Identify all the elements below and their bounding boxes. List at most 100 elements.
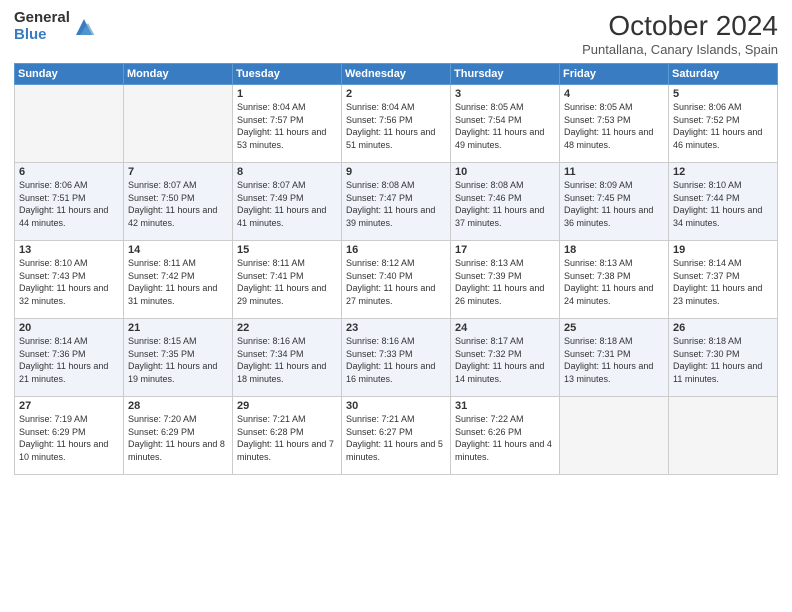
day-number: 12: [673, 166, 773, 178]
calendar-cell: 24Sunrise: 8:17 AM Sunset: 7:32 PM Dayli…: [451, 319, 560, 397]
day-info: Sunrise: 8:06 AM Sunset: 7:52 PM Dayligh…: [673, 101, 773, 151]
col-monday: Monday: [124, 64, 233, 85]
calendar-week-5: 27Sunrise: 7:19 AM Sunset: 6:29 PM Dayli…: [15, 397, 778, 475]
calendar-cell: 8Sunrise: 8:07 AM Sunset: 7:49 PM Daylig…: [233, 163, 342, 241]
day-number: 20: [19, 322, 119, 334]
calendar-cell: 1Sunrise: 8:04 AM Sunset: 7:57 PM Daylig…: [233, 85, 342, 163]
day-info: Sunrise: 7:22 AM Sunset: 6:26 PM Dayligh…: [455, 413, 555, 463]
day-info: Sunrise: 8:16 AM Sunset: 7:34 PM Dayligh…: [237, 335, 337, 385]
calendar-week-2: 6Sunrise: 8:06 AM Sunset: 7:51 PM Daylig…: [15, 163, 778, 241]
day-info: Sunrise: 8:07 AM Sunset: 7:49 PM Dayligh…: [237, 179, 337, 229]
day-number: 24: [455, 322, 555, 334]
day-info: Sunrise: 8:11 AM Sunset: 7:42 PM Dayligh…: [128, 257, 228, 307]
day-number: 9: [346, 166, 446, 178]
day-number: 14: [128, 244, 228, 256]
calendar-cell: 3Sunrise: 8:05 AM Sunset: 7:54 PM Daylig…: [451, 85, 560, 163]
calendar-cell: 4Sunrise: 8:05 AM Sunset: 7:53 PM Daylig…: [560, 85, 669, 163]
day-number: 13: [19, 244, 119, 256]
calendar-cell: 6Sunrise: 8:06 AM Sunset: 7:51 PM Daylig…: [15, 163, 124, 241]
day-info: Sunrise: 8:16 AM Sunset: 7:33 PM Dayligh…: [346, 335, 446, 385]
day-info: Sunrise: 8:09 AM Sunset: 7:45 PM Dayligh…: [564, 179, 664, 229]
calendar-cell: [560, 397, 669, 475]
day-number: 19: [673, 244, 773, 256]
day-info: Sunrise: 8:14 AM Sunset: 7:36 PM Dayligh…: [19, 335, 119, 385]
header-row: Sunday Monday Tuesday Wednesday Thursday…: [15, 64, 778, 85]
day-number: 18: [564, 244, 664, 256]
day-number: 6: [19, 166, 119, 178]
calendar-cell: 5Sunrise: 8:06 AM Sunset: 7:52 PM Daylig…: [669, 85, 778, 163]
calendar-cell: 26Sunrise: 8:18 AM Sunset: 7:30 PM Dayli…: [669, 319, 778, 397]
day-number: 23: [346, 322, 446, 334]
calendar-cell: 15Sunrise: 8:11 AM Sunset: 7:41 PM Dayli…: [233, 241, 342, 319]
day-number: 25: [564, 322, 664, 334]
calendar-header: Sunday Monday Tuesday Wednesday Thursday…: [15, 64, 778, 85]
day-info: Sunrise: 7:20 AM Sunset: 6:29 PM Dayligh…: [128, 413, 228, 463]
day-number: 4: [564, 88, 664, 100]
calendar-cell: 11Sunrise: 8:09 AM Sunset: 7:45 PM Dayli…: [560, 163, 669, 241]
calendar-cell: 27Sunrise: 7:19 AM Sunset: 6:29 PM Dayli…: [15, 397, 124, 475]
logo-area: General Blue: [14, 10, 96, 43]
calendar-cell: 13Sunrise: 8:10 AM Sunset: 7:43 PM Dayli…: [15, 241, 124, 319]
day-number: 30: [346, 400, 446, 412]
calendar-cell: 2Sunrise: 8:04 AM Sunset: 7:56 PM Daylig…: [342, 85, 451, 163]
calendar-week-4: 20Sunrise: 8:14 AM Sunset: 7:36 PM Dayli…: [15, 319, 778, 397]
day-info: Sunrise: 8:10 AM Sunset: 7:44 PM Dayligh…: [673, 179, 773, 229]
calendar-week-3: 13Sunrise: 8:10 AM Sunset: 7:43 PM Dayli…: [15, 241, 778, 319]
calendar-cell: [124, 85, 233, 163]
calendar-cell: 12Sunrise: 8:10 AM Sunset: 7:44 PM Dayli…: [669, 163, 778, 241]
col-friday: Friday: [560, 64, 669, 85]
calendar-cell: 23Sunrise: 8:16 AM Sunset: 7:33 PM Dayli…: [342, 319, 451, 397]
day-info: Sunrise: 8:06 AM Sunset: 7:51 PM Dayligh…: [19, 179, 119, 229]
header: General Blue October 2024 Puntallana, Ca…: [14, 10, 778, 57]
day-number: 2: [346, 88, 446, 100]
day-info: Sunrise: 8:05 AM Sunset: 7:54 PM Dayligh…: [455, 101, 555, 151]
day-number: 21: [128, 322, 228, 334]
day-number: 26: [673, 322, 773, 334]
day-info: Sunrise: 8:04 AM Sunset: 7:57 PM Dayligh…: [237, 101, 337, 151]
calendar-cell: 7Sunrise: 8:07 AM Sunset: 7:50 PM Daylig…: [124, 163, 233, 241]
day-info: Sunrise: 8:05 AM Sunset: 7:53 PM Dayligh…: [564, 101, 664, 151]
calendar-body: 1Sunrise: 8:04 AM Sunset: 7:57 PM Daylig…: [15, 85, 778, 475]
calendar-table: Sunday Monday Tuesday Wednesday Thursday…: [14, 63, 778, 475]
day-number: 5: [673, 88, 773, 100]
day-number: 17: [455, 244, 555, 256]
location-title: Puntallana, Canary Islands, Spain: [582, 42, 778, 57]
calendar-cell: 22Sunrise: 8:16 AM Sunset: 7:34 PM Dayli…: [233, 319, 342, 397]
calendar-cell: 29Sunrise: 7:21 AM Sunset: 6:28 PM Dayli…: [233, 397, 342, 475]
day-number: 28: [128, 400, 228, 412]
day-info: Sunrise: 7:21 AM Sunset: 6:28 PM Dayligh…: [237, 413, 337, 463]
day-info: Sunrise: 8:04 AM Sunset: 7:56 PM Dayligh…: [346, 101, 446, 151]
day-info: Sunrise: 8:17 AM Sunset: 7:32 PM Dayligh…: [455, 335, 555, 385]
day-info: Sunrise: 8:13 AM Sunset: 7:38 PM Dayligh…: [564, 257, 664, 307]
day-info: Sunrise: 8:11 AM Sunset: 7:41 PM Dayligh…: [237, 257, 337, 307]
calendar-cell: 18Sunrise: 8:13 AM Sunset: 7:38 PM Dayli…: [560, 241, 669, 319]
day-number: 22: [237, 322, 337, 334]
day-info: Sunrise: 8:07 AM Sunset: 7:50 PM Dayligh…: [128, 179, 228, 229]
calendar-cell: 14Sunrise: 8:11 AM Sunset: 7:42 PM Dayli…: [124, 241, 233, 319]
day-info: Sunrise: 8:08 AM Sunset: 7:46 PM Dayligh…: [455, 179, 555, 229]
col-saturday: Saturday: [669, 64, 778, 85]
month-title: October 2024: [582, 10, 778, 42]
day-info: Sunrise: 8:14 AM Sunset: 7:37 PM Dayligh…: [673, 257, 773, 307]
calendar-cell: 30Sunrise: 7:21 AM Sunset: 6:27 PM Dayli…: [342, 397, 451, 475]
calendar-cell: 16Sunrise: 8:12 AM Sunset: 7:40 PM Dayli…: [342, 241, 451, 319]
logo-blue: Blue: [14, 27, 70, 44]
calendar-cell: 21Sunrise: 8:15 AM Sunset: 7:35 PM Dayli…: [124, 319, 233, 397]
day-info: Sunrise: 8:18 AM Sunset: 7:31 PM Dayligh…: [564, 335, 664, 385]
calendar-cell: 25Sunrise: 8:18 AM Sunset: 7:31 PM Dayli…: [560, 319, 669, 397]
day-number: 31: [455, 400, 555, 412]
day-number: 15: [237, 244, 337, 256]
calendar-week-1: 1Sunrise: 8:04 AM Sunset: 7:57 PM Daylig…: [15, 85, 778, 163]
calendar-page: General Blue October 2024 Puntallana, Ca…: [0, 0, 792, 612]
day-number: 11: [564, 166, 664, 178]
day-info: Sunrise: 7:19 AM Sunset: 6:29 PM Dayligh…: [19, 413, 119, 463]
day-number: 3: [455, 88, 555, 100]
col-thursday: Thursday: [451, 64, 560, 85]
day-info: Sunrise: 8:08 AM Sunset: 7:47 PM Dayligh…: [346, 179, 446, 229]
logo-icon: [72, 15, 96, 39]
logo-text: General Blue: [14, 10, 70, 43]
calendar-cell: [669, 397, 778, 475]
day-number: 7: [128, 166, 228, 178]
calendar-cell: 28Sunrise: 7:20 AM Sunset: 6:29 PM Dayli…: [124, 397, 233, 475]
title-area: October 2024 Puntallana, Canary Islands,…: [582, 10, 778, 57]
